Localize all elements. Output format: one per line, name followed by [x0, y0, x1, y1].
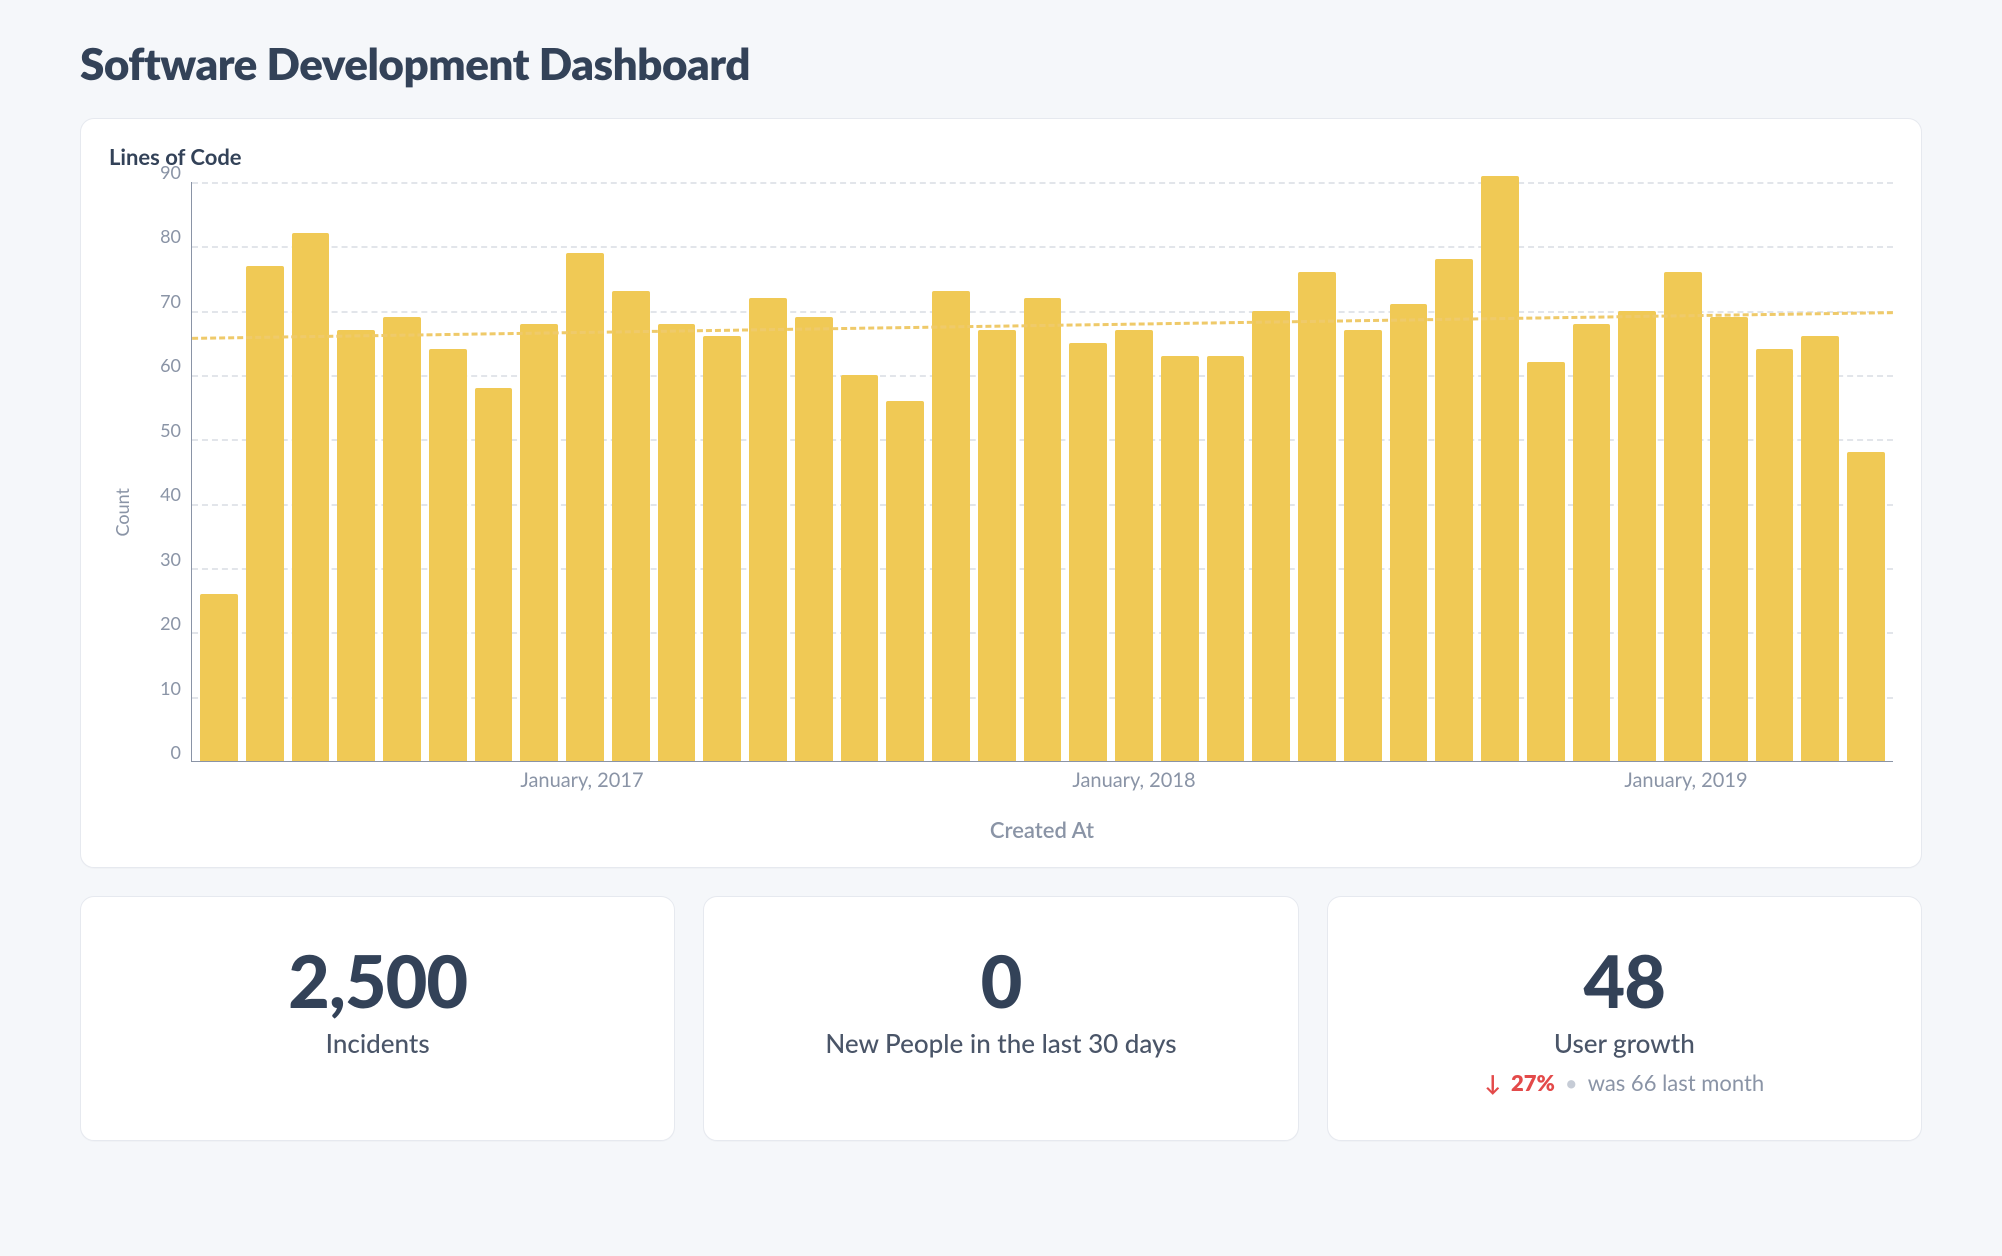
metric-delta-previous-value: was 66: [1588, 1069, 1657, 1096]
chart-bar[interactable]: [383, 317, 421, 761]
chart-bar[interactable]: [1069, 343, 1107, 761]
chart-bar[interactable]: [1390, 304, 1428, 761]
metric-delta-period: last month: [1662, 1069, 1764, 1096]
metric-caption: New People in the last 30 days: [724, 1027, 1277, 1059]
chart-bar[interactable]: [1847, 452, 1885, 761]
chart-card: Lines of Code Count 9080706050403020100 …: [80, 118, 1922, 868]
chart-bar[interactable]: [1115, 330, 1153, 761]
metric-value: 0: [724, 945, 1277, 1017]
metric-delta-previous: was 66 last month: [1588, 1069, 1764, 1096]
chart-xlabel: Created At: [191, 816, 1893, 843]
chart-bar[interactable]: [1161, 356, 1199, 761]
chart-xaxis: January, 2017 January, 2018 January, 2019: [191, 768, 1893, 808]
metric-tile: 48 User growth ↓ 27% • was 66 last month: [1327, 896, 1922, 1141]
chart-xtick: January, 2018: [1072, 768, 1195, 792]
chart-bar[interactable]: [1024, 298, 1062, 761]
metric-value: 48: [1348, 945, 1901, 1017]
chart-bar[interactable]: [1664, 272, 1702, 761]
chart-bar[interactable]: [795, 317, 833, 761]
chart-bar[interactable]: [1481, 176, 1519, 761]
chart-xtick: January, 2017: [520, 768, 643, 792]
chart-bar[interactable]: [612, 291, 650, 761]
dot-separator-icon: •: [1565, 1069, 1578, 1096]
chart-bar[interactable]: [703, 336, 741, 761]
chart-bar[interactable]: [1527, 362, 1565, 761]
chart-bar[interactable]: [1618, 311, 1656, 761]
metric-caption: Incidents: [101, 1027, 654, 1059]
metric-caption: User growth: [1348, 1027, 1901, 1059]
chart-bar[interactable]: [475, 388, 513, 761]
chart-bar[interactable]: [932, 291, 970, 761]
metric-tile: 2,500 Incidents: [80, 896, 675, 1141]
chart-bar[interactable]: [1756, 349, 1794, 761]
chart-bar[interactable]: [978, 330, 1016, 761]
chart-bar[interactable]: [841, 375, 879, 761]
chart-bar[interactable]: [1573, 324, 1611, 761]
chart-yaxis: 9080706050403020100: [135, 182, 191, 762]
chart-bar[interactable]: [1344, 330, 1382, 761]
chart-bar[interactable]: [1252, 311, 1290, 761]
chart-bar[interactable]: [1710, 317, 1748, 761]
metric-delta-pct: 27%: [1511, 1069, 1555, 1096]
chart-bar[interactable]: [566, 253, 604, 761]
chart-bar[interactable]: [429, 349, 467, 761]
metric-delta: ↓ 27% • was 66 last month: [1485, 1069, 1765, 1096]
chart-bar[interactable]: [520, 324, 558, 761]
arrow-down-icon: ↓: [1485, 1069, 1502, 1096]
chart-bar[interactable]: [1801, 336, 1839, 761]
tiles-row: 2,500 Incidents 0 New People in the last 30…: [80, 896, 1922, 1141]
chart-xtick: January, 2019: [1624, 768, 1747, 792]
chart-bar[interactable]: [337, 330, 375, 761]
chart-bar[interactable]: [658, 324, 696, 761]
chart-title: Lines of Code: [109, 143, 1893, 170]
chart: Count 9080706050403020100 January, 2017J…: [109, 182, 1893, 843]
chart-ylabel: Count: [109, 488, 135, 536]
page-title: Software Development Dashboard: [80, 38, 1922, 90]
chart-bar[interactable]: [1435, 259, 1473, 761]
chart-bar[interactable]: [749, 298, 787, 761]
chart-bar[interactable]: [200, 594, 238, 761]
chart-bar[interactable]: [886, 401, 924, 761]
metric-value: 2,500: [101, 945, 654, 1017]
metric-tile: 0 New People in the last 30 days: [703, 896, 1298, 1141]
chart-bar[interactable]: [1207, 356, 1245, 761]
chart-bar[interactable]: [1298, 272, 1336, 761]
chart-bar[interactable]: [292, 233, 330, 761]
chart-bars: [192, 182, 1893, 761]
chart-bar[interactable]: [246, 266, 284, 761]
chart-plot: [191, 182, 1893, 762]
